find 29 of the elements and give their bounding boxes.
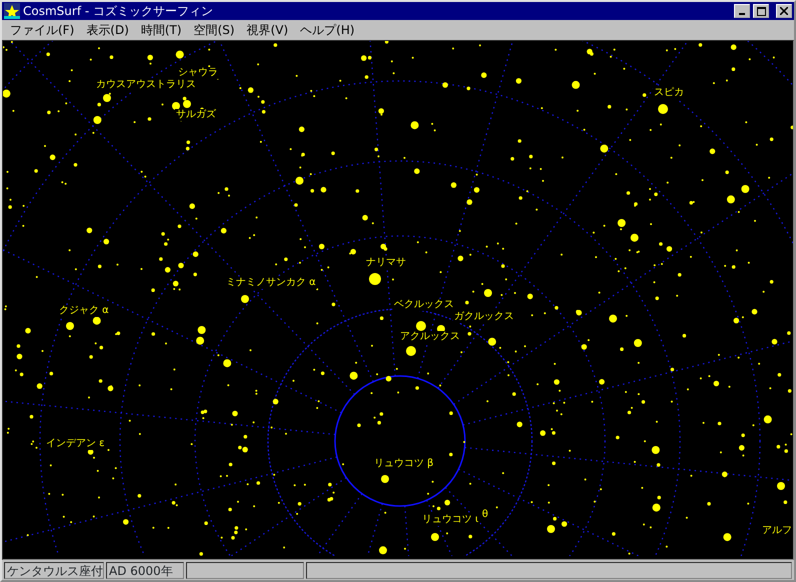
star-label: リュウコツ β bbox=[373, 458, 435, 470]
star-label: ベクルックス bbox=[393, 299, 455, 311]
menu-item[interactable]: ファイル(F) bbox=[4, 21, 80, 39]
star-label: カウスアウストラリス bbox=[95, 79, 197, 91]
star-label: クジャク α bbox=[58, 305, 110, 317]
star-label: リュウコツ ι bbox=[421, 514, 480, 526]
star-label: アクルックス bbox=[399, 331, 461, 343]
menu-item[interactable]: 視界(V) bbox=[240, 21, 294, 39]
star-label: サルガズ bbox=[175, 109, 217, 121]
menu-item[interactable]: 時間(T) bbox=[134, 21, 188, 39]
status-pane: AD 6000年 bbox=[106, 562, 184, 579]
maximize-button[interactable] bbox=[753, 4, 769, 18]
star-label: スピカ bbox=[653, 87, 685, 99]
window-title: CosmSurf - コズミックサーフィン bbox=[23, 3, 214, 20]
star-label: ミナミノサンカク α bbox=[225, 277, 317, 289]
star-label: シャウラ bbox=[177, 67, 219, 79]
menu-item[interactable]: 空間(S) bbox=[188, 21, 241, 39]
star-label: アルフ bbox=[761, 525, 793, 537]
maximize-icon bbox=[756, 6, 766, 16]
close-icon bbox=[780, 7, 788, 15]
status-pane: ケンタウルス座付 bbox=[4, 562, 104, 579]
menu-item[interactable]: ヘルプ(H) bbox=[294, 21, 361, 39]
app-icon bbox=[4, 3, 20, 19]
star-label: ガクルックス bbox=[453, 311, 515, 323]
menu-item[interactable]: 表示(D) bbox=[80, 21, 135, 39]
minimize-button[interactable] bbox=[734, 4, 750, 18]
star-label: インデアン ε bbox=[45, 438, 106, 450]
star-label: ナリマサ bbox=[365, 257, 407, 269]
close-button[interactable] bbox=[776, 4, 792, 18]
